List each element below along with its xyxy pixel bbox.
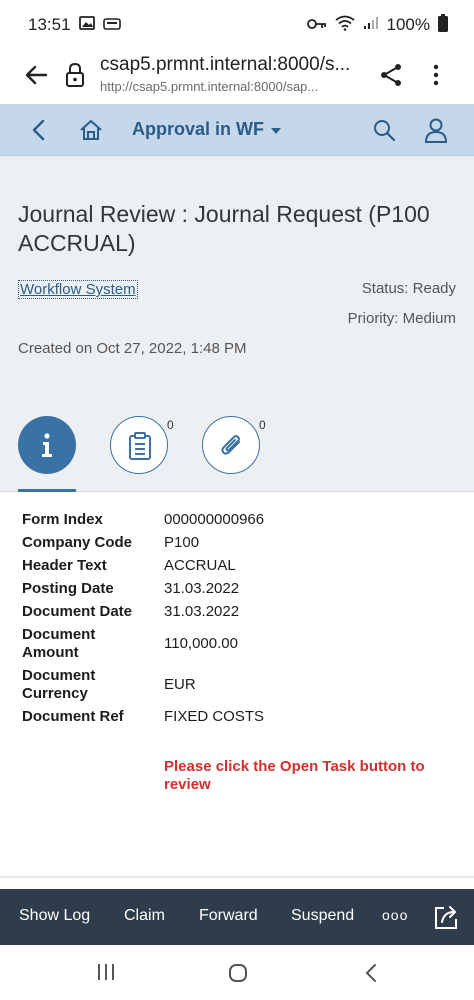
form-label: Form Index bbox=[22, 510, 103, 528]
form-row-posting-date: Posting Date 31.03.2022 bbox=[22, 579, 452, 598]
shell-header: Approval in WF bbox=[0, 104, 474, 156]
task-form: Form Index 000000000966 Company Code P10… bbox=[22, 510, 452, 730]
url-field[interactable]: csap5.prmnt.internal:8000/s... http://cs… bbox=[100, 54, 370, 94]
system-nav-bar bbox=[0, 945, 474, 1000]
form-label: Company Code bbox=[22, 533, 133, 551]
form-label: Document Currency bbox=[22, 666, 96, 702]
info-icon bbox=[42, 433, 52, 457]
form-label: Posting Date bbox=[22, 579, 114, 597]
open-task-notice: Please click the Open Task button to rev… bbox=[164, 758, 425, 793]
form-value: ACCRUAL bbox=[164, 557, 236, 574]
lock-icon[interactable] bbox=[64, 62, 86, 88]
key-icon bbox=[306, 15, 327, 35]
form-row-header-text: Header Text ACCRUAL bbox=[22, 556, 452, 575]
form-row-document-ref: Document Ref FIXED COSTS bbox=[22, 707, 452, 726]
form-value: 31.03.2022 bbox=[164, 603, 240, 620]
form-label: Document Ref bbox=[22, 707, 124, 725]
status-attribute: Status: Ready bbox=[361, 280, 456, 297]
form-value: EUR bbox=[164, 676, 196, 693]
creator-link[interactable]: Workflow System bbox=[18, 280, 138, 299]
more-vert-icon[interactable] bbox=[428, 62, 444, 88]
object-header: Journal Review : Journal Request (P100 A… bbox=[0, 156, 474, 492]
notes-count: 0 bbox=[167, 418, 174, 432]
form-value: P100 bbox=[164, 534, 200, 551]
attachments-count: 0 bbox=[259, 418, 266, 432]
claim-button[interactable]: Claim bbox=[124, 907, 165, 925]
form-row-document-currency: Document Currency EUR bbox=[22, 666, 452, 703]
created-date: Created on Oct 27, 2022, 1:48 PM bbox=[18, 340, 247, 357]
signal-icon bbox=[363, 15, 379, 35]
form-row-document-date: Document Date 31.03.2022 bbox=[22, 602, 452, 621]
paperclip-icon bbox=[221, 435, 240, 455]
status-time: 13:51 bbox=[28, 15, 71, 34]
form-value: FIXED COSTS bbox=[164, 708, 265, 725]
page-title: Journal Review : Journal Request (P100 A… bbox=[18, 201, 430, 256]
status-bar: 13:51 100% bbox=[0, 0, 474, 50]
form-label: Document Amount bbox=[22, 625, 96, 661]
share-action-icon[interactable] bbox=[432, 903, 460, 931]
battery-percent: 100% bbox=[386, 15, 430, 34]
suspend-button[interactable]: Suspend bbox=[291, 907, 354, 925]
overflow-button[interactable]: ooo bbox=[382, 907, 408, 923]
show-log-button[interactable]: Show Log bbox=[19, 907, 90, 925]
tab-information[interactable] bbox=[18, 416, 76, 474]
form-label: Header Text bbox=[22, 556, 107, 574]
form-row-company-code: Company Code P100 bbox=[22, 533, 452, 552]
home-icon[interactable] bbox=[78, 117, 104, 143]
clipboard-icon bbox=[129, 432, 151, 460]
url-host: csap5.prmnt.internal:8000/s... bbox=[100, 54, 351, 75]
share-icon[interactable] bbox=[378, 62, 404, 88]
recent-apps-icon[interactable] bbox=[96, 963, 116, 986]
home-button-icon[interactable] bbox=[228, 963, 248, 988]
nav-back-icon[interactable] bbox=[364, 963, 378, 988]
form-row-document-amount: Document Amount 110,000.00 bbox=[22, 625, 452, 662]
footer-toolbar: Show Log Claim Forward Suspend ooo bbox=[0, 889, 474, 945]
divider bbox=[0, 876, 474, 878]
app-title: Approval in WF bbox=[132, 119, 264, 139]
tab-notes[interactable] bbox=[110, 416, 168, 474]
browser-back-icon[interactable] bbox=[22, 60, 52, 90]
form-label: Document Date bbox=[22, 602, 133, 620]
app-title-menu[interactable]: Approval in WF bbox=[132, 119, 282, 140]
search-icon[interactable] bbox=[372, 118, 396, 142]
selected-tab-indicator bbox=[18, 489, 76, 492]
form-value: 000000000966 bbox=[164, 511, 265, 528]
form-row-form-index: Form Index 000000000966 bbox=[22, 510, 452, 529]
gallery-icon bbox=[78, 15, 95, 35]
url-full: http://csap5.prmnt.internal:8000/sap... bbox=[100, 79, 319, 94]
keyboard-icon bbox=[102, 15, 121, 35]
user-icon[interactable] bbox=[424, 117, 448, 143]
priority-attribute: Priority: Medium bbox=[347, 310, 456, 327]
wifi-icon bbox=[334, 15, 355, 36]
forward-button[interactable]: Forward bbox=[199, 907, 258, 925]
browser-bar: csap5.prmnt.internal:8000/s... http://cs… bbox=[0, 50, 474, 104]
chevron-left-icon[interactable] bbox=[28, 118, 50, 142]
form-value: 31.03.2022 bbox=[164, 580, 240, 597]
tab-attachments[interactable] bbox=[202, 416, 260, 474]
caret-down-icon bbox=[270, 119, 282, 140]
form-value: 110,000.00 bbox=[164, 635, 238, 652]
battery-icon bbox=[438, 13, 448, 37]
